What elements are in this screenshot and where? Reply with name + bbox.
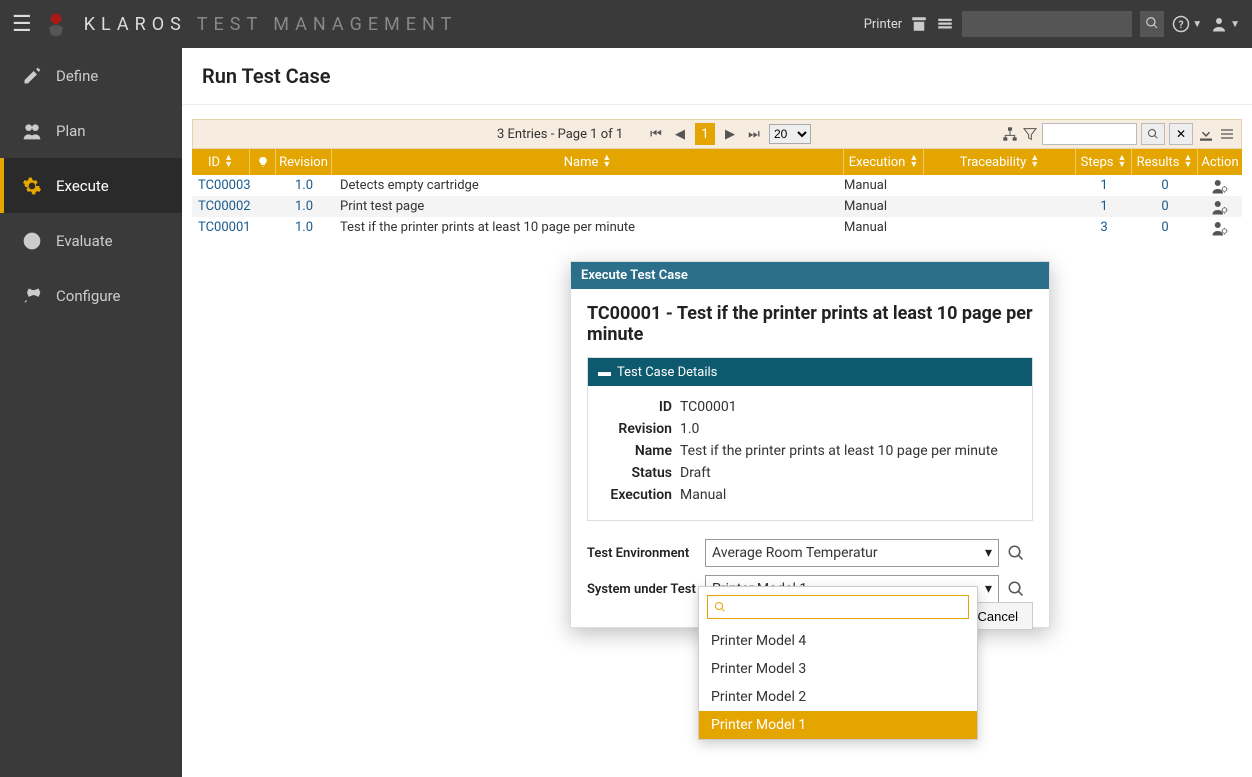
page-title: Run Test Case (182, 48, 1252, 105)
cell-id[interactable]: TC00003 (192, 178, 250, 193)
test-case-details-panel: ▬Test Case Details IDTC00001 Revision1.0… (587, 357, 1033, 521)
env-search-icon[interactable] (999, 544, 1033, 562)
col-traceability[interactable]: Traceability▲▼ (924, 149, 1076, 175)
sidebar-label: Configure (56, 287, 121, 305)
cell-steps[interactable]: 3 (1076, 220, 1132, 235)
svg-text:?: ? (1179, 18, 1184, 31)
global-search-input[interactable] (962, 11, 1132, 37)
page-size-select[interactable]: 20 (769, 124, 811, 144)
dropdown-search (707, 595, 969, 619)
brand-name: KLAROS (84, 14, 187, 35)
cell-results[interactable]: 0 (1132, 199, 1198, 214)
list-icon[interactable] (936, 15, 954, 33)
table-header: ID▲▼ Revision Name▲▼ Execution▲▼ Traceab… (192, 149, 1242, 175)
pager-current[interactable]: 1 (695, 123, 715, 145)
menu-icon[interactable]: ☰ (12, 12, 32, 37)
global-search-button[interactable] (1140, 11, 1164, 37)
pager-last[interactable]: ⏭ (745, 126, 763, 142)
sidebar-item-define[interactable]: Define (0, 48, 182, 103)
table-clear-button[interactable]: ✕ (1169, 123, 1193, 145)
sidebar-label: Evaluate (56, 232, 113, 250)
test-case-table: ID▲▼ Revision Name▲▼ Execution▲▼ Traceab… (192, 149, 1242, 238)
col-execution[interactable]: Execution▲▼ (844, 149, 924, 175)
pager-first[interactable]: ⏮ (647, 126, 665, 142)
cell-name: Test if the printer prints at least 10 p… (332, 220, 844, 235)
cell-execution: Manual (844, 199, 924, 214)
test-environment-select[interactable]: Average Room Temperatur▾ (705, 539, 999, 567)
execute-modal: Execute Test Case TC00001 - Test if the … (570, 261, 1050, 628)
dropdown-item[interactable]: Printer Model 2 (699, 683, 977, 711)
sidebar-item-execute[interactable]: Execute (0, 158, 182, 213)
modal-title: TC00001 - Test if the printer prints at … (571, 289, 1049, 357)
sidebar-item-plan[interactable]: Plan (0, 103, 182, 158)
table-search-button[interactable] (1141, 123, 1165, 145)
search-icon (714, 601, 726, 613)
cell-action[interactable] (1198, 198, 1242, 216)
col-bulb[interactable] (250, 149, 276, 175)
cell-id[interactable]: TC00002 (192, 199, 250, 214)
cell-steps[interactable]: 1 (1076, 199, 1132, 214)
col-name[interactable]: Name▲▼ (332, 149, 844, 175)
sut-dropdown: Printer Model 4Printer Model 3Printer Mo… (698, 586, 978, 740)
dropdown-item[interactable]: Printer Model 3 (699, 655, 977, 683)
cell-action[interactable] (1198, 219, 1242, 237)
pager-next[interactable]: ▶ (721, 126, 739, 142)
cell-revision[interactable]: 1.0 (276, 178, 332, 193)
col-steps[interactable]: Steps▲▼ (1076, 149, 1132, 175)
help-button[interactable]: ?▼ (1172, 15, 1202, 33)
cell-results[interactable]: 0 (1132, 178, 1198, 193)
user-menu[interactable]: ▼ (1210, 15, 1240, 33)
details-header[interactable]: ▬Test Case Details (588, 358, 1032, 386)
sut-search-icon[interactable] (999, 580, 1033, 598)
cell-execution: Manual (844, 178, 924, 193)
tree-icon[interactable] (1002, 126, 1018, 142)
table-search-input[interactable] (1042, 123, 1137, 145)
cell-results[interactable]: 0 (1132, 220, 1198, 235)
main-content: Run Test Case 3 Entries - Page 1 of 1 ⏮ … (182, 48, 1252, 777)
cell-execution: Manual (844, 220, 924, 235)
sidebar-item-evaluate[interactable]: Evaluate (0, 213, 182, 268)
col-revision[interactable]: Revision (276, 149, 332, 175)
cell-id[interactable]: TC00001 (192, 220, 250, 235)
menu-lines-icon[interactable] (1219, 126, 1235, 142)
sidebar-item-configure[interactable]: Configure (0, 268, 182, 323)
dropdown-search-input[interactable] (730, 597, 962, 617)
sidebar-label: Execute (56, 177, 109, 195)
project-label: Printer (864, 17, 903, 32)
cell-name: Detects empty cartridge (332, 178, 844, 193)
sidebar: Define Plan Execute Evaluate Configure (0, 48, 182, 777)
table-row[interactable]: TC00003 1.0Detects empty cartridgeManual 1… (192, 175, 1242, 196)
col-results[interactable]: Results▲▼ (1132, 149, 1198, 175)
pager-prev[interactable]: ◀ (671, 126, 689, 142)
table-row[interactable]: TC00001 1.0Test if the printer prints at … (192, 217, 1242, 238)
cell-steps[interactable]: 1 (1076, 178, 1132, 193)
sidebar-label: Plan (56, 122, 86, 140)
dropdown-item[interactable]: Printer Model 4 (699, 627, 977, 655)
table-row[interactable]: TC00002 1.0Print test pageManual 10 (192, 196, 1242, 217)
col-id[interactable]: ID▲▼ (192, 149, 250, 175)
app-logo (42, 10, 70, 38)
cell-action[interactable] (1198, 177, 1242, 195)
topbar: ☰ KLAROS TEST MANAGEMENT Printer ?▼ ▼ (0, 0, 1252, 48)
dropdown-item[interactable]: Printer Model 1 (699, 711, 977, 739)
archive-icon[interactable] (910, 15, 928, 33)
brand-subtitle: TEST MANAGEMENT (197, 14, 458, 35)
table-toolbar: 3 Entries - Page 1 of 1 ⏮ ◀ 1 ▶ ⏭ 20 ✕ (192, 119, 1242, 149)
filter-icon[interactable] (1022, 126, 1038, 142)
sidebar-label: Define (56, 67, 98, 85)
cell-revision[interactable]: 1.0 (276, 220, 332, 235)
env-label: Test Environment (587, 546, 705, 561)
cell-name: Print test page (332, 199, 844, 214)
download-icon[interactable] (1197, 125, 1215, 143)
sut-label: System under Test (587, 582, 705, 597)
col-action: Action (1198, 149, 1242, 175)
modal-header: Execute Test Case (571, 262, 1049, 289)
pager-info: 3 Entries - Page 1 of 1 (497, 127, 623, 142)
cell-revision[interactable]: 1.0 (276, 199, 332, 214)
